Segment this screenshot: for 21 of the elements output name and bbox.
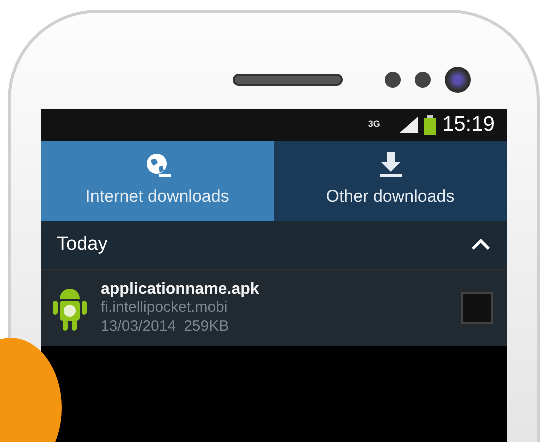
file-size: 259KB	[184, 318, 230, 336]
checkbox[interactable]	[461, 292, 493, 324]
section-title: Today	[57, 232, 108, 257]
tab[interactable]: Other downloads	[274, 141, 507, 221]
camera-lens	[445, 67, 471, 93]
sensor-dot	[415, 72, 431, 88]
battery-icon	[424, 115, 436, 135]
collapse-chevron-icon[interactable]	[471, 239, 491, 251]
tab-label: Internet downloads	[86, 186, 230, 208]
signal-icon	[400, 117, 418, 133]
sensor-dot	[385, 72, 401, 88]
file-source: fi.intellipocket.mobi	[101, 298, 229, 318]
tab[interactable]: Internet downloads	[41, 141, 274, 221]
tab-label: Other downloads	[326, 186, 455, 208]
clock-time: 15:19	[442, 112, 495, 138]
network-type: 3G	[368, 118, 380, 132]
file-name: applicationname.apk	[101, 280, 260, 299]
download-icon	[378, 152, 404, 178]
globe-icon	[144, 152, 170, 178]
download-item[interactable]: applicationname.apk fi.intellipocket.mobi 13/03/2014 259KB	[41, 269, 507, 346]
file-date: 13/03/2014	[101, 318, 176, 336]
